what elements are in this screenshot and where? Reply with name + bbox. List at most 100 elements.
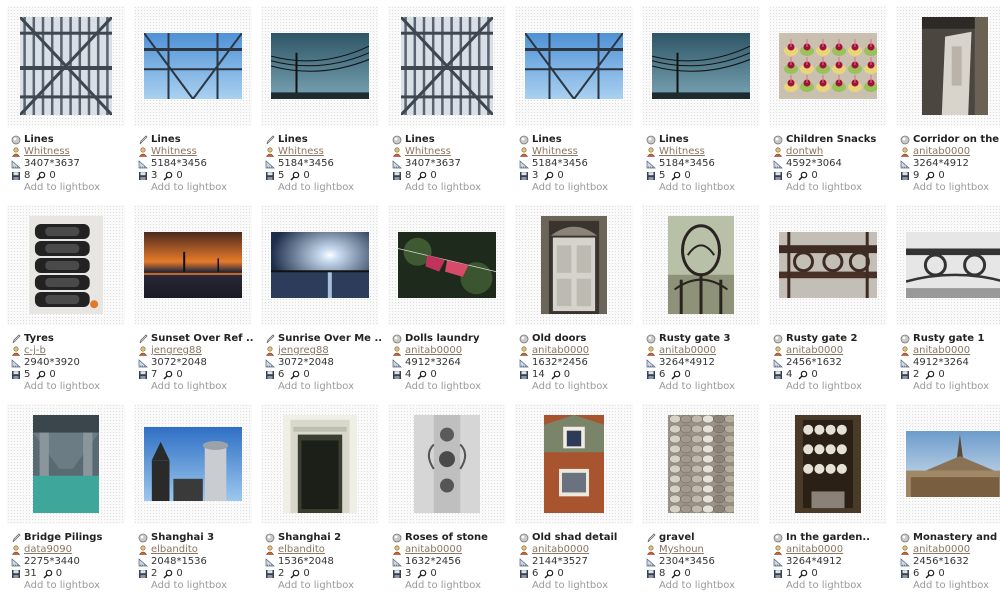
author-link[interactable]: anitab0000 <box>659 345 716 357</box>
thumbnail-frame[interactable] <box>769 404 887 524</box>
thumbnail-frame[interactable] <box>515 404 633 524</box>
author-link[interactable]: jengreg88 <box>278 345 329 357</box>
add-to-lightbox-link[interactable]: Add to lightbox <box>900 182 989 194</box>
photo-thumbnail[interactable] <box>271 232 369 298</box>
add-to-lightbox-link[interactable]: Add to lightbox <box>265 182 354 194</box>
add-to-lightbox-link[interactable]: Add to lightbox <box>392 182 481 194</box>
thumbnail-frame[interactable] <box>134 205 252 325</box>
photo-meta: Dolls laundry anitab0000 4912*3264 4 0 Add to… <box>392 333 510 393</box>
lightbox-line: Add to lightbox <box>138 182 256 194</box>
add-to-lightbox-link[interactable]: Add to lightbox <box>646 381 735 393</box>
photo-thumbnail[interactable] <box>906 232 1000 298</box>
author-link[interactable]: anitab0000 <box>405 544 462 556</box>
photo-thumbnail[interactable] <box>779 232 877 298</box>
thumbnail-frame[interactable] <box>261 6 379 126</box>
thumbnail-frame[interactable] <box>261 404 379 524</box>
thumbnail-frame[interactable] <box>515 205 633 325</box>
thumbnail-frame[interactable] <box>134 404 252 524</box>
add-to-lightbox-link[interactable]: Add to lightbox <box>900 580 989 592</box>
thumbnail-frame[interactable] <box>134 6 252 126</box>
thumbnail-frame[interactable] <box>642 205 760 325</box>
add-to-lightbox-link[interactable]: Add to lightbox <box>265 381 354 393</box>
photo-thumbnail[interactable] <box>922 17 988 115</box>
author-link[interactable]: Whitness <box>24 146 70 158</box>
photo-thumbnail[interactable] <box>906 431 1000 497</box>
author-link[interactable]: Whitness <box>659 146 705 158</box>
add-to-lightbox-link[interactable]: Add to lightbox <box>773 580 862 592</box>
thumbnail-frame[interactable] <box>261 205 379 325</box>
author-link[interactable]: anitab0000 <box>786 345 843 357</box>
thumbnail-frame[interactable] <box>896 6 1000 126</box>
add-to-lightbox-link[interactable]: Add to lightbox <box>11 381 100 393</box>
add-to-lightbox-link[interactable]: Add to lightbox <box>138 580 227 592</box>
photo-title: Bridge Pilings <box>24 532 103 543</box>
thumbnail-frame[interactable] <box>642 404 760 524</box>
thumbnail-frame[interactable] <box>7 404 125 524</box>
add-to-lightbox-link[interactable]: Add to lightbox <box>519 580 608 592</box>
photo-thumbnail[interactable] <box>144 427 242 501</box>
add-to-lightbox-link[interactable]: Add to lightbox <box>392 381 481 393</box>
photo-thumbnail[interactable] <box>20 17 112 115</box>
add-to-lightbox-link[interactable]: Add to lightbox <box>138 182 227 194</box>
add-to-lightbox-link[interactable]: Add to lightbox <box>773 182 862 194</box>
photo-thumbnail[interactable] <box>401 17 493 115</box>
photo-thumbnail[interactable] <box>414 415 480 513</box>
photo-thumbnail[interactable] <box>144 232 242 298</box>
author-link[interactable]: anitab0000 <box>913 345 970 357</box>
thumbnail-frame[interactable] <box>7 6 125 126</box>
add-to-lightbox-link[interactable]: Add to lightbox <box>138 381 227 393</box>
thumbnail-frame[interactable] <box>769 205 887 325</box>
author-link[interactable]: Whitness <box>405 146 451 158</box>
photo-thumbnail[interactable] <box>144 33 242 99</box>
thumbnail-frame[interactable] <box>388 404 506 524</box>
photo-thumbnail[interactable] <box>33 415 99 513</box>
photo-thumbnail[interactable] <box>668 216 734 314</box>
thumbnail-frame[interactable] <box>642 6 760 126</box>
thumbnail-frame[interactable] <box>896 205 1000 325</box>
photo-thumbnail[interactable] <box>668 415 734 513</box>
add-to-lightbox-link[interactable]: Add to lightbox <box>773 381 862 393</box>
add-to-lightbox-link[interactable]: Add to lightbox <box>900 381 989 393</box>
thumbnail-frame[interactable] <box>896 404 1000 524</box>
add-to-lightbox-link[interactable]: Add to lightbox <box>519 182 608 194</box>
thumbnail-frame[interactable] <box>388 6 506 126</box>
author-link[interactable]: anitab0000 <box>532 345 589 357</box>
author-link[interactable]: anitab0000 <box>786 544 843 556</box>
author-link[interactable]: anitab0000 <box>913 146 970 158</box>
add-to-lightbox-link[interactable]: Add to lightbox <box>11 580 100 592</box>
author-link[interactable]: Whitness <box>532 146 578 158</box>
author-link[interactable]: anitab0000 <box>913 544 970 556</box>
author-link[interactable]: elbandito <box>151 544 198 556</box>
photo-thumbnail[interactable] <box>779 33 877 99</box>
thumbnail-frame[interactable] <box>7 205 125 325</box>
add-to-lightbox-link[interactable]: Add to lightbox <box>392 580 481 592</box>
photo-thumbnail[interactable] <box>271 33 369 99</box>
add-to-lightbox-link[interactable]: Add to lightbox <box>265 580 354 592</box>
photo-thumbnail[interactable] <box>525 33 623 99</box>
photo-thumbnail[interactable] <box>541 216 607 314</box>
author-link[interactable]: jengreg88 <box>151 345 202 357</box>
author-link[interactable]: c-j-b <box>24 345 46 357</box>
photo-thumbnail[interactable] <box>283 415 357 513</box>
author-link[interactable]: data9090 <box>24 544 72 556</box>
photo-thumbnail[interactable] <box>398 232 496 298</box>
author-link[interactable]: Whitness <box>151 146 197 158</box>
thumbnail-frame[interactable] <box>388 205 506 325</box>
photo-thumbnail[interactable] <box>29 216 103 314</box>
author-link[interactable]: anitab0000 <box>405 345 462 357</box>
thumbnail-frame[interactable] <box>515 6 633 126</box>
add-to-lightbox-link[interactable]: Add to lightbox <box>519 381 608 393</box>
add-to-lightbox-link[interactable]: Add to lightbox <box>646 182 735 194</box>
author-link[interactable]: anitab0000 <box>532 544 589 556</box>
author-line: anitab0000 <box>392 345 510 357</box>
author-link[interactable]: Whitness <box>278 146 324 158</box>
photo-thumbnail[interactable] <box>652 33 750 99</box>
thumbnail-frame[interactable] <box>769 6 887 126</box>
photo-thumbnail[interactable] <box>544 415 604 513</box>
add-to-lightbox-link[interactable]: Add to lightbox <box>646 580 735 592</box>
add-to-lightbox-link[interactable]: Add to lightbox <box>11 182 100 194</box>
author-link[interactable]: elbandito <box>278 544 325 556</box>
author-link[interactable]: dontwh <box>786 146 823 158</box>
author-link[interactable]: Myshoun <box>659 544 704 556</box>
photo-thumbnail[interactable] <box>795 415 861 513</box>
